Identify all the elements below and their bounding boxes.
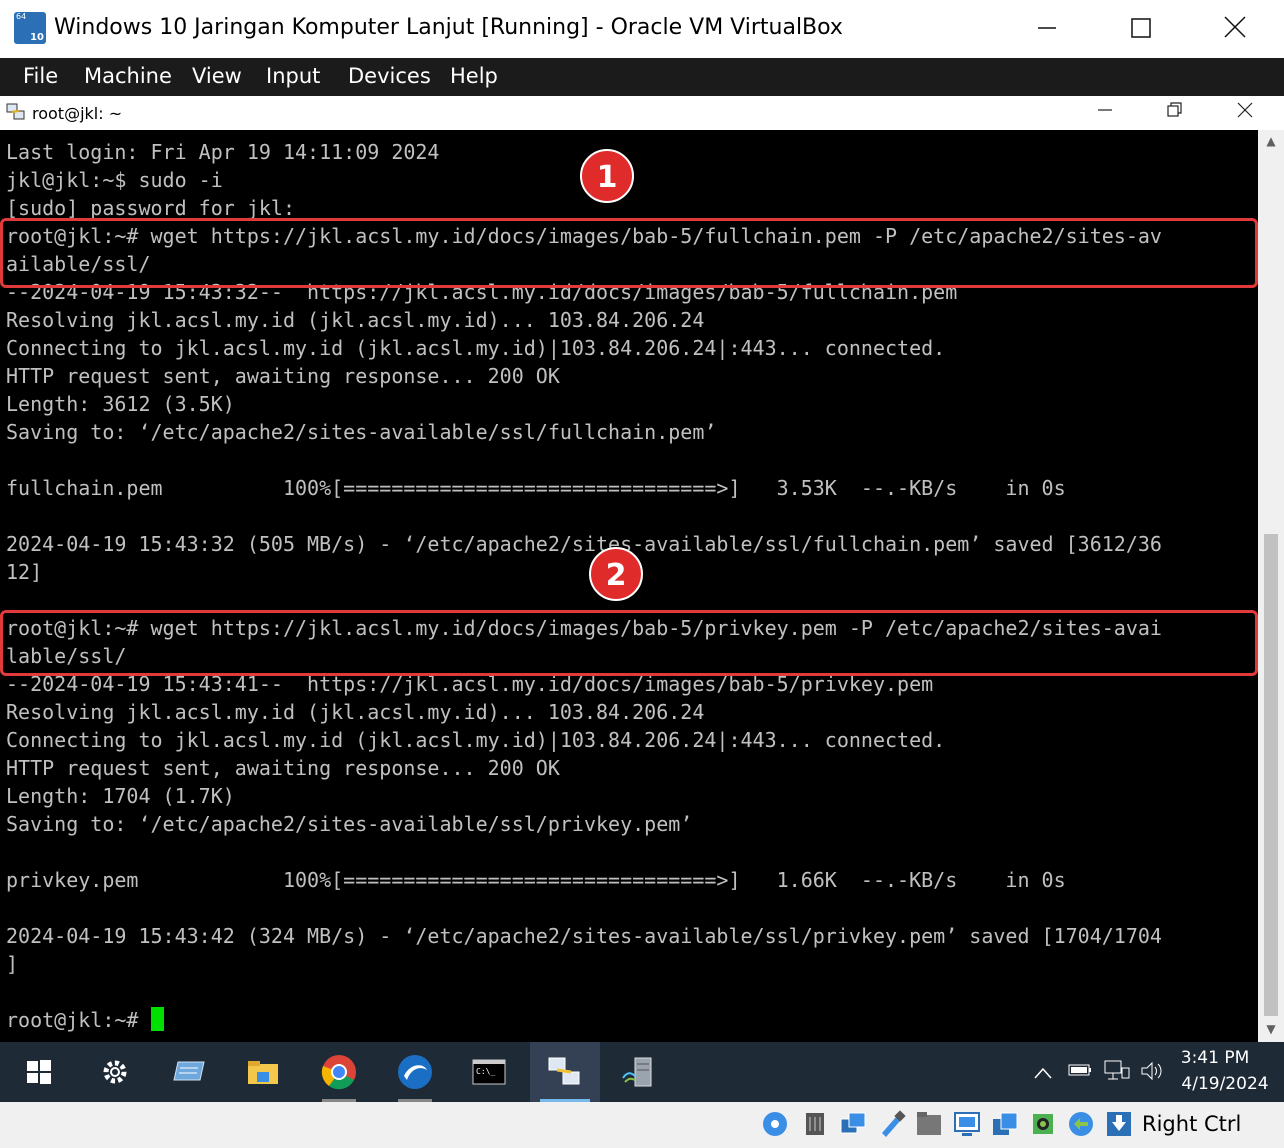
svg-text:C:\_: C:\_ xyxy=(476,1067,495,1076)
terminal-scrollbar[interactable]: ▲ ▼ xyxy=(1258,130,1284,1042)
annotation-badge-2: 2 xyxy=(589,547,643,601)
hyper-v-icon xyxy=(173,1061,205,1081)
capture-icon[interactable] xyxy=(990,1109,1020,1139)
server-network-icon xyxy=(622,1057,652,1087)
minimize-icon xyxy=(1098,109,1112,111)
taskbar-wireshark[interactable] xyxy=(380,1042,450,1102)
putty-minimize-button[interactable] xyxy=(1085,99,1125,127)
keyboard-capture-icon[interactable] xyxy=(1104,1109,1134,1139)
taskbar-putty[interactable] xyxy=(530,1042,600,1102)
file-explorer-icon xyxy=(248,1061,278,1084)
taskbar-settings[interactable] xyxy=(80,1042,150,1102)
menu-input[interactable]: Input xyxy=(266,64,320,88)
terminal-line: ] xyxy=(6,952,19,976)
tray-network-icon[interactable] xyxy=(1104,1060,1130,1087)
terminal-prompt: root@jkl:~# xyxy=(6,1008,151,1032)
restore-icon xyxy=(1167,102,1182,117)
terminal-line: Length: 1704 (1.7K) xyxy=(6,784,235,808)
maximize-button[interactable] xyxy=(1118,8,1164,52)
terminal-line: jkl@jkl:~$ sudo -i xyxy=(6,168,223,192)
menu-help[interactable]: Help xyxy=(450,64,498,88)
taskbar-clock-time[interactable]: 3:41 PM xyxy=(1170,1048,1260,1068)
tray-volume-icon[interactable] xyxy=(1140,1060,1164,1087)
cpu-icon[interactable] xyxy=(1066,1109,1096,1139)
window-title: Windows 10 Jaringan Komputer Lanjut [Run… xyxy=(54,15,843,40)
close-button[interactable] xyxy=(1212,8,1258,52)
terminal-line: Resolving jkl.acsl.my.id (jkl.acsl.my.id… xyxy=(6,308,705,332)
terminal-line: Resolving jkl.acsl.my.id (jkl.acsl.my.id… xyxy=(6,700,705,724)
terminal-line: 2024-04-19 15:43:42 (324 MB/s) - ‘/etc/a… xyxy=(6,924,1162,948)
putty-close-button[interactable] xyxy=(1225,99,1265,127)
minimize-button[interactable] xyxy=(1024,8,1070,52)
maximize-icon xyxy=(1131,18,1151,38)
menu-devices[interactable]: Devices xyxy=(348,64,431,88)
annotation-badge-1: 1 xyxy=(580,149,634,203)
chrome-icon xyxy=(321,1055,356,1090)
terminal-line: Saving to: ‘/etc/apache2/sites-available… xyxy=(6,420,717,444)
taskbar-chrome[interactable] xyxy=(304,1042,374,1102)
wireshark-icon xyxy=(398,1055,432,1089)
minimize-icon xyxy=(1038,27,1056,29)
close-icon xyxy=(1224,16,1246,38)
terminal-line: Saving to: ‘/etc/apache2/sites-available… xyxy=(6,812,693,836)
usb-icon[interactable] xyxy=(876,1109,906,1139)
tray-battery-icon[interactable] xyxy=(1068,1060,1092,1083)
display-icon[interactable] xyxy=(952,1109,982,1139)
menu-view[interactable]: View xyxy=(192,64,242,88)
start-icon xyxy=(27,1060,51,1084)
putty-title-bar[interactable]: root@jkl: ~ xyxy=(0,96,1284,131)
vm-arch-badge: 64 xyxy=(16,12,27,21)
menu-bar: File Machine View Input Devices Help xyxy=(0,58,1284,96)
scroll-up-arrow-icon[interactable]: ▲ xyxy=(1258,130,1284,152)
host-key-label[interactable]: Right Ctrl xyxy=(1142,1112,1241,1136)
taskbar-file-explorer[interactable] xyxy=(228,1042,298,1102)
close-icon xyxy=(1237,102,1253,118)
scroll-down-arrow-icon[interactable]: ▼ xyxy=(1258,1018,1284,1040)
putty-icon xyxy=(6,103,25,120)
taskbar-hyper-v[interactable] xyxy=(154,1042,224,1102)
recording-icon[interactable] xyxy=(1028,1109,1058,1139)
vbox-title-bar[interactable]: 64 10 Windows 10 Jaringan Komputer Lanju… xyxy=(0,0,1284,59)
terminal-line: Connecting to jkl.acsl.my.id (jkl.acsl.m… xyxy=(6,336,946,360)
terminal-line: 2024-04-19 15:43:32 (505 MB/s) - ‘/etc/a… xyxy=(6,532,1162,556)
putty-window-title: root@jkl: ~ xyxy=(32,104,123,123)
vbox-status-bar: Right Ctrl xyxy=(0,1102,1284,1148)
terminal-prompt-line: root@jkl:~# xyxy=(6,1006,164,1034)
virtualbox-vm-icon: 64 10 xyxy=(14,12,46,44)
guest-taskbar: C:\_ 3:41 PM 4/19/2024 xyxy=(0,1042,1284,1102)
taskbar-command-prompt[interactable]: C:\_ xyxy=(454,1042,524,1102)
scrollbar-thumb[interactable] xyxy=(1264,534,1278,1016)
terminal-cursor xyxy=(150,1007,164,1031)
putty-restore-button[interactable] xyxy=(1155,99,1195,127)
terminal-line: 12] xyxy=(6,560,43,584)
audio-icon[interactable] xyxy=(800,1109,830,1139)
menu-file[interactable]: File xyxy=(23,64,58,88)
vm-os-badge: 10 xyxy=(30,32,44,43)
terminal-progress-line: privkey.pem 100%[=======================… xyxy=(6,868,1066,892)
taskbar-server-app[interactable] xyxy=(604,1042,674,1102)
shared-folders-icon[interactable] xyxy=(914,1109,944,1139)
putty-icon xyxy=(548,1057,580,1085)
terminal-line: Connecting to jkl.acsl.my.id (jkl.acsl.m… xyxy=(6,728,946,752)
terminal-line: Last login: Fri Apr 19 14:11:09 2024 xyxy=(6,140,440,164)
highlight-wget-privkey xyxy=(0,610,1258,676)
start-button[interactable] xyxy=(4,1042,74,1102)
settings-icon xyxy=(103,1060,127,1084)
taskbar-clock-date[interactable]: 4/19/2024 xyxy=(1170,1074,1280,1094)
tray-overflow-chevron-icon[interactable] xyxy=(1034,1060,1052,1084)
optical-drive-icon[interactable] xyxy=(760,1109,790,1139)
highlight-wget-fullchain xyxy=(0,218,1258,288)
terminal-line: HTTP request sent, awaiting response... … xyxy=(6,364,560,388)
terminal-icon: C:\_ xyxy=(472,1059,506,1085)
network-icon[interactable] xyxy=(838,1109,868,1139)
terminal-line: Length: 3612 (3.5K) xyxy=(6,392,235,416)
terminal-line: HTTP request sent, awaiting response... … xyxy=(6,756,560,780)
menu-machine[interactable]: Machine xyxy=(84,64,172,88)
terminal-progress-line: fullchain.pem 100%[=====================… xyxy=(6,476,1066,500)
